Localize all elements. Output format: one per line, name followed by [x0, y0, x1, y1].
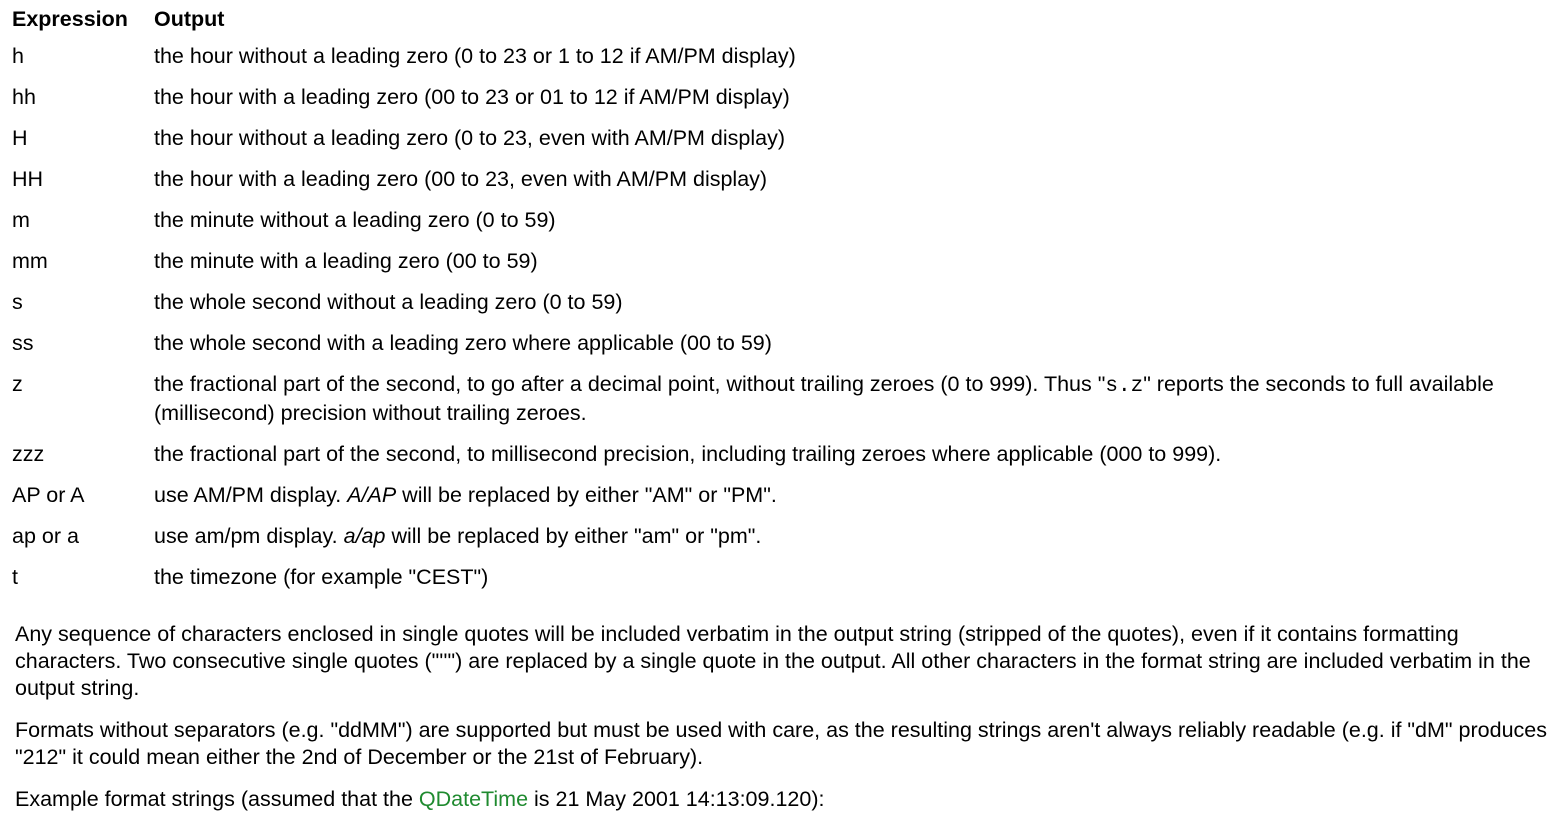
separators-paragraph: Formats without separators (e.g. "ddMM")…	[15, 718, 1547, 769]
table-row: s the whole second without a leading zer…	[8, 282, 1508, 323]
output-cell: the minute with a leading zero (00 to 59…	[154, 249, 538, 273]
output-cell: the hour without a leading zero (0 to 23…	[154, 126, 786, 150]
expression-cell: ap or a	[12, 524, 79, 548]
output-text: the fractional part of the second, to go…	[154, 372, 1106, 396]
expression-cell: HH	[12, 167, 44, 191]
table-row: AP or A use AM/PM display. A/AP will be …	[8, 475, 1508, 516]
output-text: will be replaced by either "am" or "pm".	[385, 524, 762, 548]
example-intro-paragraph: Example format strings (assumed that the…	[15, 786, 1550, 813]
table-row: HH the hour with a leading zero (00 to 2…	[8, 159, 1508, 200]
expression-cell: m	[12, 208, 30, 232]
expression-cell: mm	[12, 249, 48, 273]
output-cell: the minute without a leading zero (0 to …	[154, 208, 556, 232]
expression-cell: t	[12, 565, 18, 589]
output-text: use AM/PM display.	[154, 483, 348, 507]
table-row: h the hour without a leading zero (0 to …	[8, 36, 1508, 77]
paragraph-text: Example format strings (assumed that the	[15, 787, 419, 811]
italic-term: a/ap	[343, 524, 386, 548]
expression-cell: hh	[12, 85, 36, 109]
header-output: Output	[154, 6, 225, 31]
table-row: m the minute without a leading zero (0 t…	[8, 200, 1508, 241]
output-cell: the hour with a leading zero (00 to 23 o…	[154, 85, 790, 109]
expression-cell: H	[12, 126, 28, 150]
table-row: hh the hour with a leading zero (00 to 2…	[8, 77, 1508, 118]
output-cell: the fractional part of the second, to mi…	[154, 442, 1222, 466]
output-cell: the hour without a leading zero (0 to 23…	[154, 44, 796, 68]
expression-cell: ss	[12, 331, 34, 355]
output-cell: the whole second without a leading zero …	[154, 290, 623, 314]
output-text: use am/pm display.	[154, 524, 344, 548]
table-row: ss the whole second with a leading zero …	[8, 323, 1508, 364]
table-row: H the hour without a leading zero (0 to …	[8, 118, 1508, 159]
expression-cell: h	[12, 44, 24, 68]
output-cell: use AM/PM display. A/AP will be replaced…	[150, 475, 1508, 516]
doc-page: Expression Output h the hour without a l…	[0, 0, 1556, 820]
expression-cell: s	[12, 290, 23, 314]
table-header-row: Expression Output	[8, 2, 1508, 36]
expression-cell: zzz	[12, 442, 45, 466]
table-row: t the timezone (for example "CEST")	[8, 557, 1508, 598]
format-expressions-table: Expression Output h the hour without a l…	[8, 2, 1508, 598]
expression-cell: z	[12, 372, 23, 396]
table-row: zzz the fractional part of the second, t…	[8, 434, 1508, 475]
table-row: ap or a use am/pm display. a/ap will be …	[8, 516, 1508, 557]
output-cell: the whole second with a leading zero whe…	[154, 331, 772, 355]
code-snippet: s.z	[1105, 375, 1144, 398]
output-cell: the fractional part of the second, to go…	[150, 364, 1508, 434]
header-expression: Expression	[12, 6, 128, 31]
qdatetime-link[interactable]: QDateTime	[419, 787, 528, 811]
table-row: z the fractional part of the second, to …	[8, 364, 1508, 434]
output-cell: the hour with a leading zero (00 to 23, …	[154, 167, 768, 191]
paragraph-text: is 21 May 2001 14:13:09.120):	[528, 787, 825, 811]
italic-term: A/AP	[347, 483, 397, 507]
table-row: mm the minute with a leading zero (00 to…	[8, 241, 1508, 282]
expression-cell: AP or A	[12, 483, 85, 507]
output-cell: the timezone (for example "CEST")	[154, 565, 489, 589]
quotes-paragraph: Any sequence of characters enclosed in s…	[15, 622, 1531, 700]
output-cell: use am/pm display. a/ap will be replaced…	[150, 516, 1508, 557]
output-text: will be replaced by either "AM" or "PM".	[396, 483, 777, 507]
